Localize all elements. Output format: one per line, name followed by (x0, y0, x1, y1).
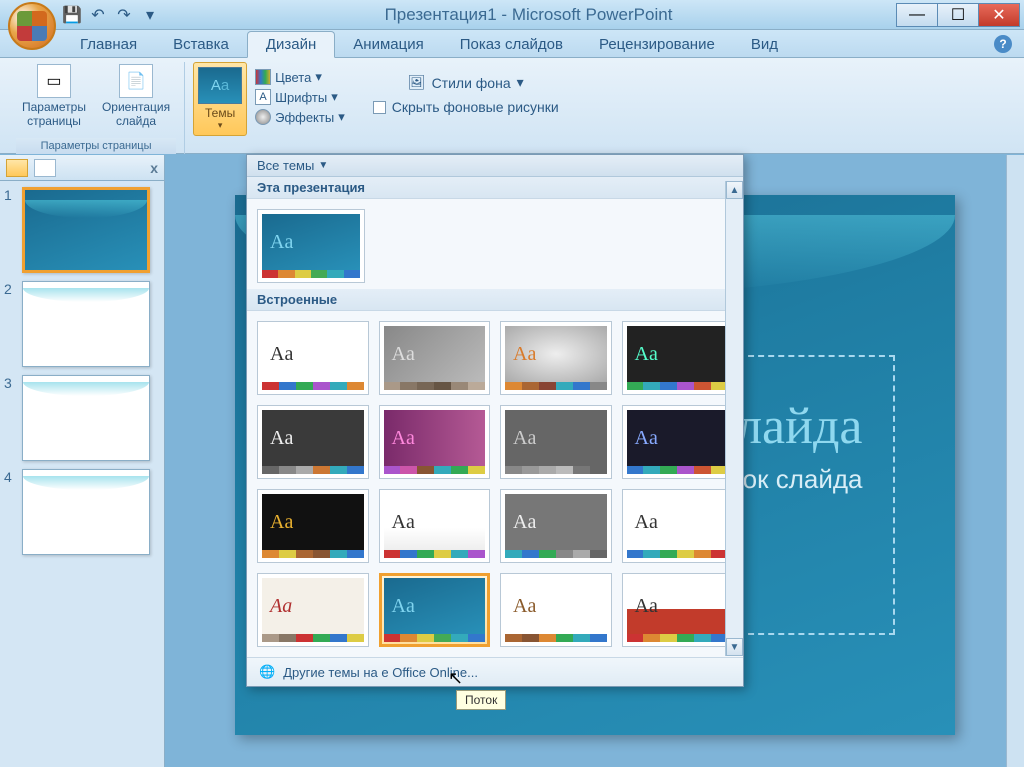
background-styles-button[interactable]: 🖼Стили фона ▾ (400, 70, 532, 95)
gallery-more-online[interactable]: 🌐 Другие темы на e Office Online... (247, 657, 743, 686)
quick-access-toolbar: 💾 ↶ ↷ ▾ (62, 5, 160, 25)
theme-item[interactable]: Aa (257, 405, 369, 479)
slide-panel: x 1 2 3 4 (0, 155, 165, 767)
gallery-section-this-presentation: Эта презентация (247, 177, 743, 199)
scroll-down-icon[interactable]: ▼ (726, 638, 743, 656)
gallery-section-builtin: Встроенные (247, 289, 743, 311)
thumb-number: 4 (4, 469, 16, 485)
slide-thumbnail-1[interactable] (22, 187, 150, 273)
theme-item[interactable]: Aa (379, 489, 491, 563)
theme-item[interactable]: Aa (500, 489, 612, 563)
redo-icon[interactable]: ↷ (114, 5, 134, 25)
tab-slideshow[interactable]: Показ слайдов (442, 32, 581, 57)
panel-close-icon[interactable]: x (150, 160, 158, 176)
theme-item[interactable]: Aa (379, 405, 491, 479)
group-themes: Aa Темы ▾ Цвета ▾ AШрифты ▾ Эффекты ▾ (185, 62, 357, 154)
theme-item[interactable]: Aa (257, 573, 369, 647)
tab-animation[interactable]: Анимация (335, 32, 441, 57)
orientation-icon: 📄 (119, 64, 153, 98)
save-icon[interactable]: 💾 (62, 5, 82, 25)
ribbon-tabs: Главная Вставка Дизайн Анимация Показ сл… (0, 30, 1024, 58)
undo-icon[interactable]: ↶ (88, 5, 108, 25)
theme-item[interactable]: Aa (622, 489, 734, 563)
fonts-button[interactable]: AШрифты ▾ (251, 88, 349, 106)
theme-item[interactable]: Aa (500, 321, 612, 395)
vertical-scrollbar[interactable] (1006, 155, 1024, 767)
slide-thumbnail-4[interactable] (22, 469, 150, 555)
theme-item-current[interactable]: Aa (257, 209, 365, 283)
tab-insert[interactable]: Вставка (155, 32, 247, 57)
minimize-button[interactable]: — (896, 3, 938, 27)
title-bar: 💾 ↶ ↷ ▾ Презентация1 - Microsoft PowerPo… (0, 0, 1024, 30)
maximize-button[interactable]: ☐ (937, 3, 979, 27)
office-button[interactable] (8, 2, 56, 50)
slide-thumbnail-2[interactable] (22, 281, 150, 367)
office-online-icon: 🌐 (259, 664, 275, 680)
thumb-number: 3 (4, 375, 16, 391)
bg-styles-icon: 🖼 (408, 74, 426, 91)
theme-tooltip: Поток (456, 690, 506, 710)
theme-item-flow-hover[interactable]: Aa (379, 573, 491, 647)
colors-icon (255, 69, 271, 85)
page-setup-icon: ▭ (37, 64, 71, 98)
close-button[interactable]: ✕ (978, 3, 1020, 27)
help-icon[interactable]: ? (994, 35, 1012, 53)
theme-item[interactable]: Aa (379, 321, 491, 395)
thumb-number: 2 (4, 281, 16, 297)
chevron-down-icon: ▼ (318, 160, 328, 171)
effects-button[interactable]: Эффекты ▾ (251, 108, 349, 126)
colors-button[interactable]: Цвета ▾ (251, 68, 349, 86)
group-background: 🖼Стили фона ▾ Скрыть фоновые рисунки (357, 62, 575, 154)
effects-icon (255, 109, 271, 125)
theme-item[interactable]: Aa (257, 489, 369, 563)
checkbox-icon (373, 101, 386, 114)
gallery-scrollbar[interactable]: ▲ ▼ (725, 181, 743, 656)
tab-view[interactable]: Вид (733, 32, 796, 57)
themes-gallery-button[interactable]: Aa Темы ▾ (193, 62, 247, 136)
slides-tab-icon[interactable] (6, 159, 28, 177)
theme-item[interactable]: Aa (622, 321, 734, 395)
theme-item[interactable]: Aa (500, 573, 612, 647)
hide-bg-checkbox[interactable]: Скрыть фоновые рисунки (365, 95, 567, 119)
theme-thumb-icon: Aa (198, 67, 242, 104)
outline-tab-icon[interactable] (34, 159, 56, 177)
fonts-icon: A (255, 89, 271, 105)
gallery-all-themes-header[interactable]: Все темы ▼ (247, 155, 743, 177)
themes-gallery-dropdown: Все темы ▼ Эта презентация Aa Встроенные… (246, 154, 744, 687)
tab-home[interactable]: Главная (62, 32, 155, 57)
ribbon: ▭ Параметры страницы 📄 Ориентация слайда… (0, 58, 1024, 154)
slide-thumbnail-3[interactable] (22, 375, 150, 461)
thumb-number: 1 (4, 187, 16, 203)
tab-review[interactable]: Рецензирование (581, 32, 733, 57)
page-setup-button[interactable]: ▭ Параметры страницы (16, 62, 92, 130)
window-title: Презентация1 - Microsoft PowerPoint (160, 5, 897, 25)
qat-dropdown-icon[interactable]: ▾ (140, 5, 160, 25)
theme-item[interactable]: Aa (500, 405, 612, 479)
group-page-setup: ▭ Параметры страницы 📄 Ориентация слайда… (8, 62, 185, 154)
scroll-up-icon[interactable]: ▲ (726, 181, 743, 199)
group-label-pagesetup: Параметры страницы (16, 138, 176, 154)
tab-design[interactable]: Дизайн (247, 31, 335, 58)
theme-item[interactable]: Aa (257, 321, 369, 395)
theme-item[interactable]: Aa (622, 405, 734, 479)
theme-item[interactable]: Aa (622, 573, 734, 647)
slide-orientation-button[interactable]: 📄 Ориентация слайда (96, 62, 176, 130)
